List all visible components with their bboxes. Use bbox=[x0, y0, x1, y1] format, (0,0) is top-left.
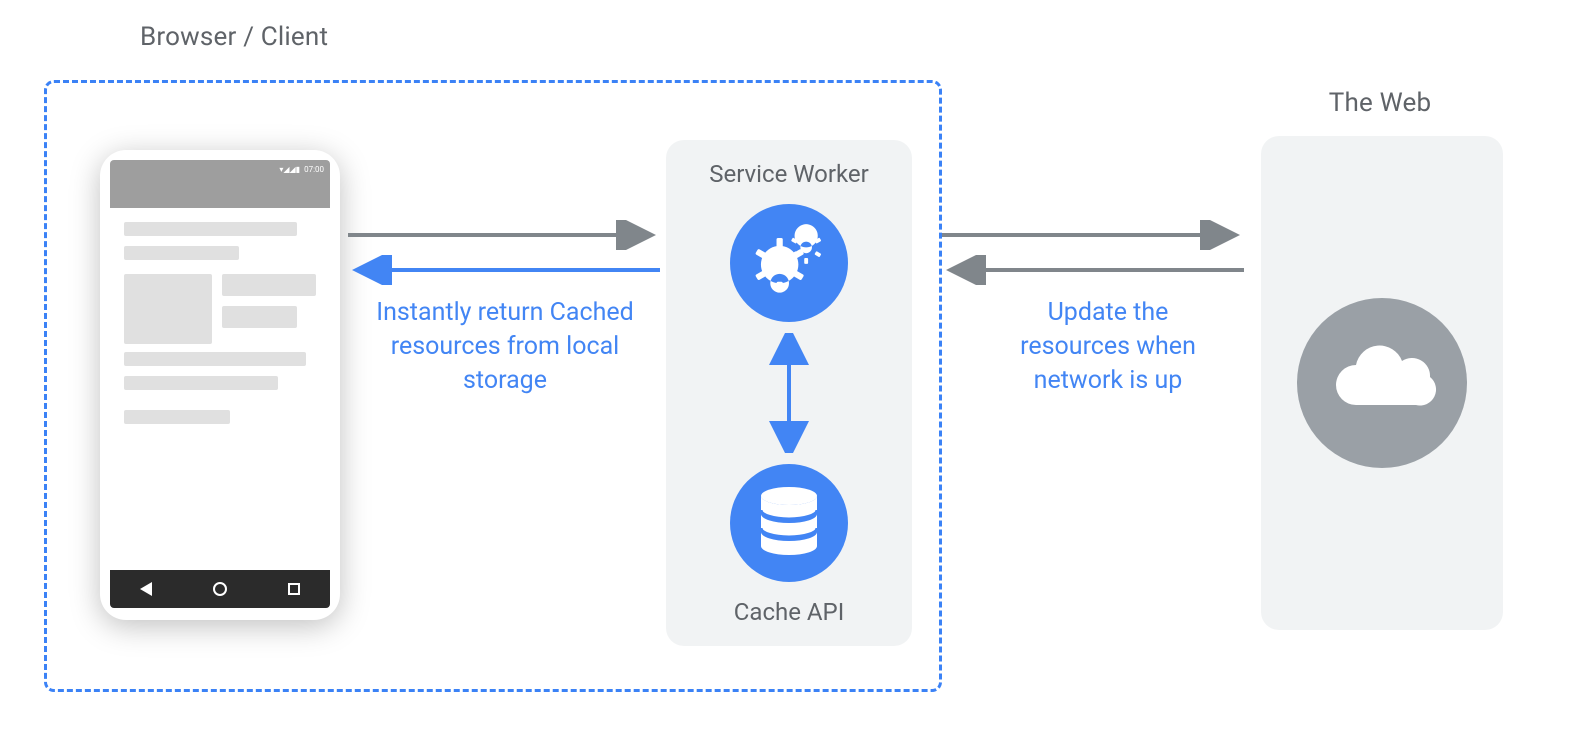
phone-to-sw-arrow bbox=[346, 220, 662, 250]
browser-client-title: Browser / Client bbox=[140, 22, 328, 52]
sw-to-cache-arrow bbox=[676, 322, 902, 464]
android-home-icon bbox=[213, 582, 227, 596]
cache-api-circle bbox=[730, 464, 848, 582]
cloud-icon bbox=[1322, 343, 1442, 423]
service-worker-label: Service Worker bbox=[709, 160, 869, 188]
the-web-title: The Web bbox=[1270, 88, 1490, 118]
phone-status-time: 07:00 bbox=[304, 165, 324, 174]
cloud-circle bbox=[1297, 298, 1467, 468]
web-to-sw-arrow bbox=[940, 255, 1246, 285]
gear-icon bbox=[750, 224, 828, 302]
cached-resources-annotation: Instantly return Cached resources from l… bbox=[370, 296, 640, 397]
phone-nav-bar bbox=[110, 570, 330, 608]
cache-api-label: Cache API bbox=[734, 598, 844, 626]
phone-status-bar: ▾◢◢▮ 07:00 bbox=[110, 160, 330, 178]
android-recent-icon bbox=[288, 583, 300, 595]
web-panel bbox=[1261, 136, 1503, 630]
android-back-icon bbox=[140, 582, 152, 596]
update-resources-annotation: Update the resources when network is up bbox=[998, 296, 1218, 397]
sw-to-web-arrow bbox=[940, 220, 1246, 250]
service-worker-circle bbox=[730, 204, 848, 322]
phone-device: ▾◢◢▮ 07:00 bbox=[100, 150, 340, 620]
service-worker-panel: Service Worker bbox=[666, 140, 912, 646]
sw-to-phone-arrow bbox=[346, 255, 662, 285]
database-icon bbox=[756, 486, 822, 560]
phone-content bbox=[110, 208, 330, 570]
phone-app-bar bbox=[110, 178, 330, 208]
